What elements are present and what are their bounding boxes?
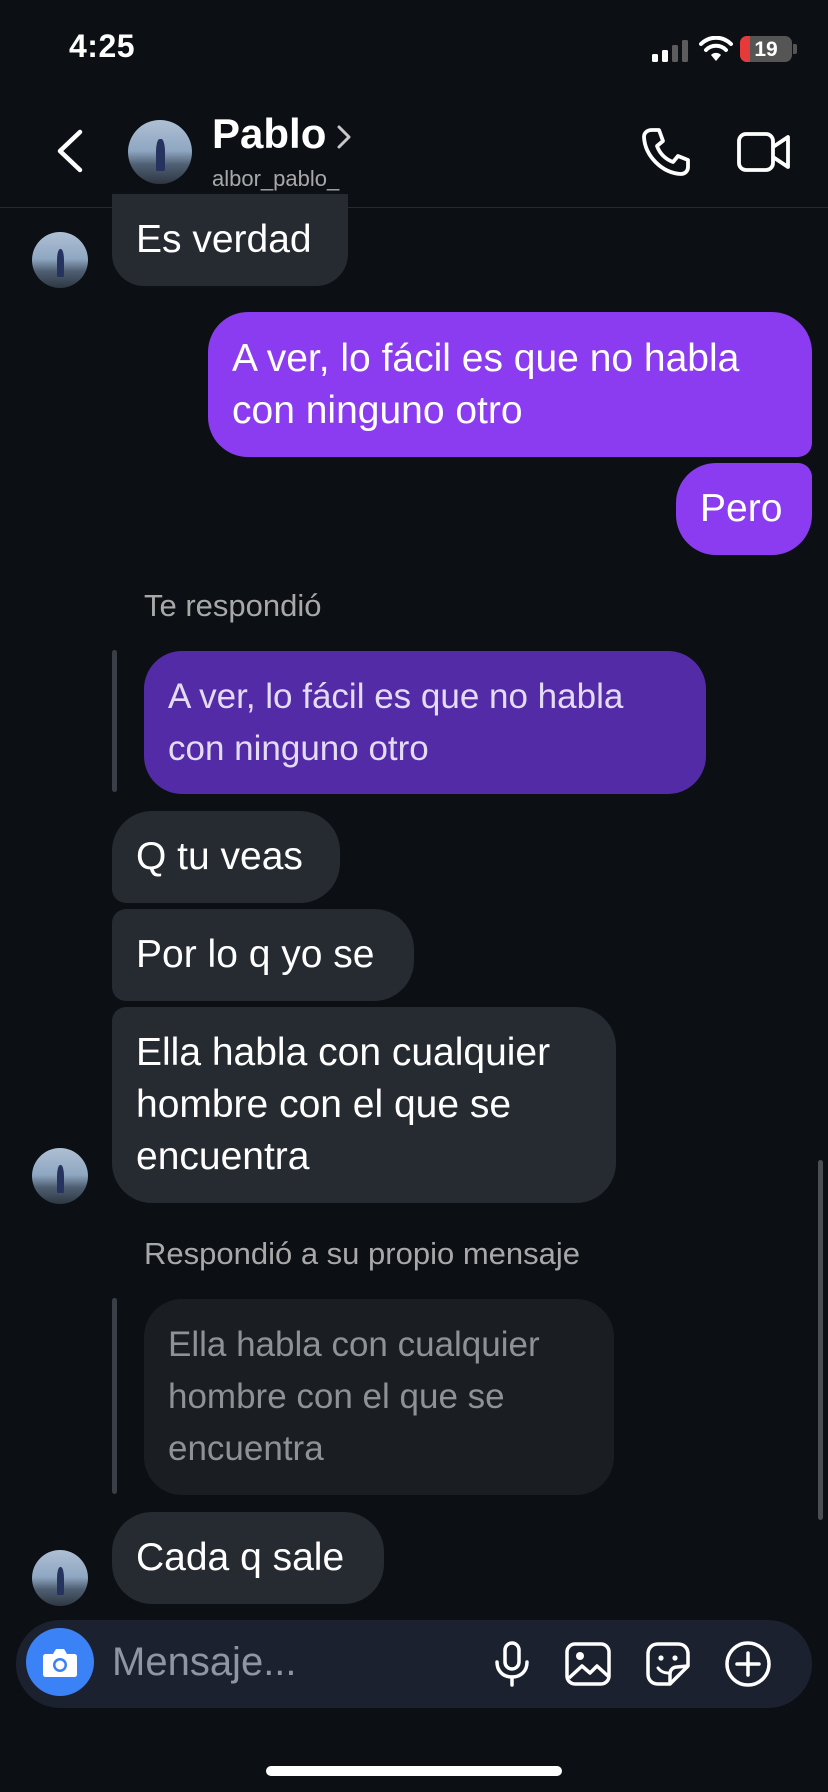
microphone-icon[interactable]	[488, 1640, 536, 1688]
message-incoming[interactable]: Cada q sale	[112, 1512, 384, 1604]
reply-label: Te respondió	[144, 588, 322, 623]
camera-icon	[43, 1649, 77, 1677]
quoted-message[interactable]: Ella habla con cualquier hombre con el q…	[144, 1299, 614, 1495]
message-outgoing[interactable]: Pero	[676, 463, 812, 555]
battery-level: 19	[754, 38, 778, 61]
camera-button[interactable]	[26, 1628, 94, 1696]
battery-indicator: 19	[740, 36, 792, 62]
home-indicator	[266, 1766, 562, 1776]
contact-name[interactable]: Pablo	[212, 110, 326, 158]
message-input[interactable]: Mensaje...	[112, 1640, 297, 1685]
chevron-right-icon	[337, 125, 351, 149]
avatar[interactable]	[128, 120, 192, 184]
reply-label: Respondió a su propio mensaje	[144, 1236, 580, 1271]
contact-username: albor_pablo_	[212, 166, 340, 191]
video-camera-icon[interactable]	[736, 128, 792, 176]
status-time: 4:25	[69, 28, 136, 64]
message-incoming[interactable]: Es verdad	[112, 194, 348, 286]
avatar	[32, 1148, 88, 1204]
plus-circle-icon[interactable]	[724, 1640, 772, 1688]
avatar	[32, 1550, 88, 1606]
sticker-icon[interactable]	[644, 1640, 692, 1688]
message-incoming[interactable]: Por lo q yo se	[112, 909, 414, 1001]
phone-icon[interactable]	[640, 126, 692, 178]
message-outgoing[interactable]: A ver, lo fácil es que no habla con ning…	[208, 312, 812, 457]
chevron-left-icon[interactable]	[52, 128, 86, 174]
reply-bar	[112, 1298, 117, 1494]
image-icon[interactable]	[564, 1640, 612, 1688]
scrollbar[interactable]	[818, 1160, 823, 1520]
wifi-icon	[699, 36, 733, 61]
battery-nub	[793, 44, 797, 54]
avatar	[32, 232, 88, 288]
cellular-signal-icon	[652, 40, 688, 62]
message-incoming[interactable]: Q tu veas	[112, 811, 340, 903]
reply-bar	[112, 650, 117, 792]
quoted-message[interactable]: A ver, lo fácil es que no habla con ning…	[144, 651, 706, 794]
message-incoming[interactable]: Ella habla con cualquier hombre con el q…	[112, 1007, 616, 1203]
